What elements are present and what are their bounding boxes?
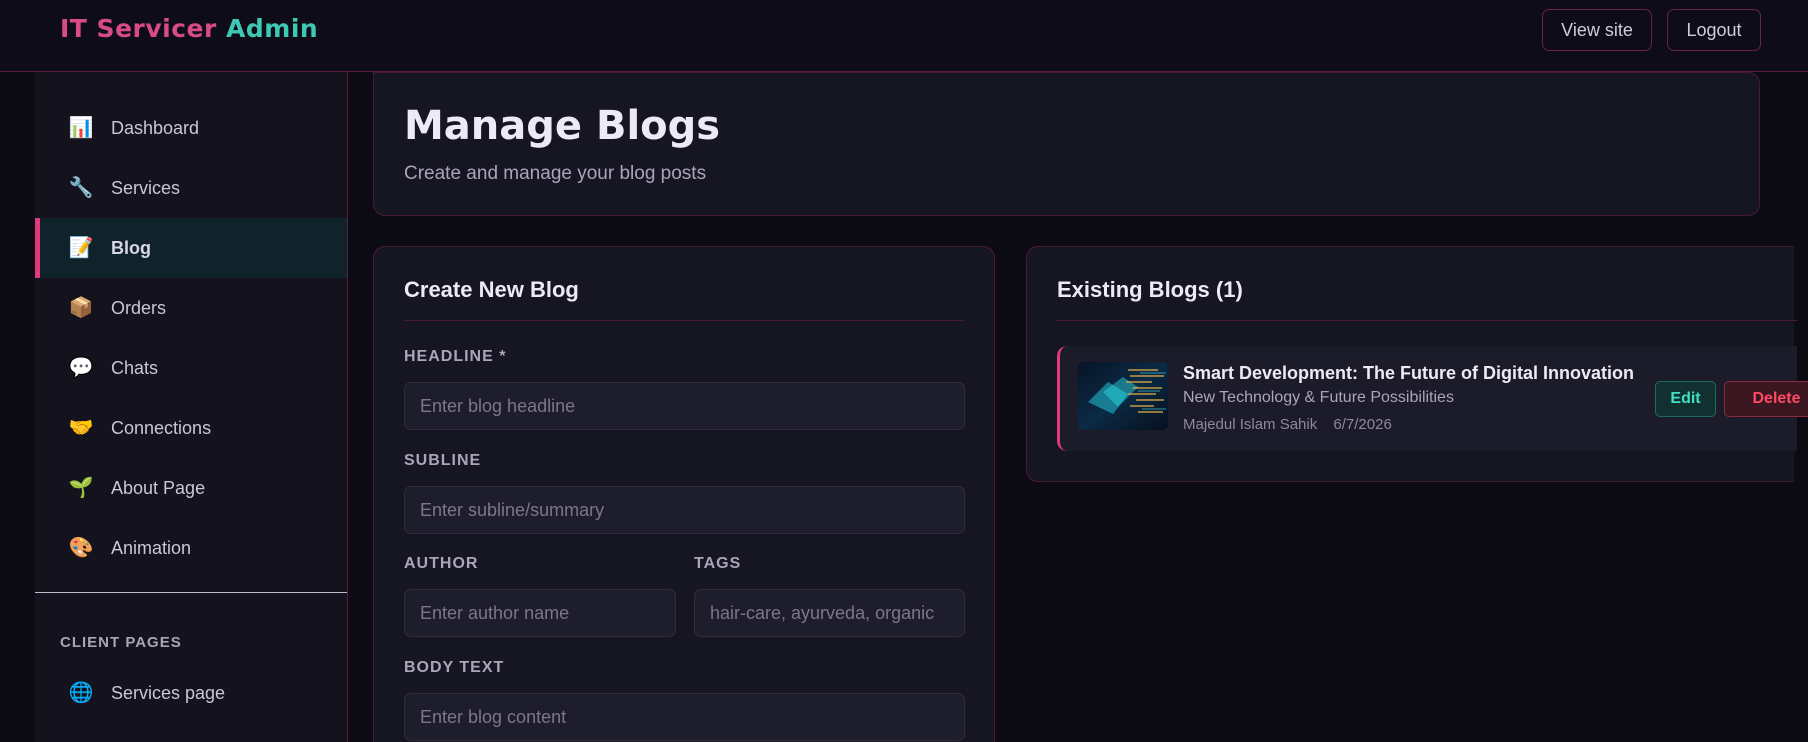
palette-icon: 🎨 <box>68 537 94 559</box>
card-divider <box>1057 320 1797 321</box>
sidebar-item-label: Blog <box>111 237 151 258</box>
tags-label: TAGS <box>694 555 742 572</box>
headline-label: HEADLINE * <box>404 348 507 365</box>
top-bar: IT Servicer Admin View site Logout <box>0 0 1808 72</box>
sidebar-divider <box>35 592 347 593</box>
package-icon: 📦 <box>68 297 94 319</box>
sidebar-item-label: Orders <box>111 297 167 318</box>
sidebar-item-connections[interactable]: 🤝 Connections <box>35 398 347 458</box>
delete-blog-button[interactable]: Delete <box>1724 381 1808 417</box>
blog-subtitle: New Technology & Future Possibilities <box>1183 389 1454 406</box>
body-text-label: BODY TEXT <box>404 659 505 676</box>
sidebar-section-title: CLIENT PAGES <box>60 634 182 651</box>
create-blog-title: Create New Blog <box>404 277 579 302</box>
bar-chart-icon: 📊 <box>68 117 94 139</box>
logout-button[interactable]: Logout <box>1667 9 1761 51</box>
blog-meta: Majedul Islam Sahik 6/7/2026 <box>1183 416 1404 433</box>
sidebar-item-label: Animation <box>111 537 192 558</box>
existing-blogs-card: Existing Blogs (1) Smart Development: Th… <box>1026 246 1808 482</box>
sidebar-item-animation[interactable]: 🎨 Animation <box>35 518 347 578</box>
sidebar-item-orders[interactable]: 📦 Orders <box>35 278 347 338</box>
existing-blogs-title: Existing Blogs (1) <box>1057 277 1243 302</box>
tags-input[interactable] <box>694 589 965 637</box>
handshake-icon: 🤝 <box>68 417 94 439</box>
edit-blog-button[interactable]: Edit <box>1655 381 1716 417</box>
sidebar-item-label: Services page <box>111 682 226 703</box>
sidebar-item-label: Connections <box>111 417 212 438</box>
wrench-icon: 🔧 <box>68 177 94 199</box>
sidebar-item-services-page[interactable]: 🌐 Services page <box>35 663 347 723</box>
speech-bubble-icon: 💬 <box>68 357 94 379</box>
sidebar-item-chats[interactable]: 💬 Chats <box>35 338 347 398</box>
author-input[interactable] <box>404 589 676 637</box>
sidebar: 📊 Dashboard 🔧 Services 📝 Blog 📦 Orders 💬… <box>35 72 348 742</box>
body-text-input[interactable] <box>404 693 965 741</box>
sidebar-item-label: About Page <box>111 477 206 498</box>
brand-admin: Admin <box>226 14 319 43</box>
page-title: Manage Blogs <box>404 103 721 149</box>
create-blog-card: Create New Blog HEADLINE * SUBLINE AUTHO… <box>373 246 995 742</box>
blog-title: Smart Development: The Future of Digital… <box>1183 363 1635 383</box>
sidebar-item-blog[interactable]: 📝 Blog <box>35 218 347 278</box>
blog-list-item[interactable]: Smart Development: The Future of Digital… <box>1057 346 1808 451</box>
brand-name: IT Servicer <box>60 14 217 43</box>
view-site-button[interactable]: View site <box>1542 9 1652 51</box>
sidebar-item-label: Chats <box>111 357 159 378</box>
author-label: AUTHOR <box>404 555 479 572</box>
sidebar-item-about-page[interactable]: 🌱 About Page <box>35 458 347 518</box>
sidebar-item-services[interactable]: 🔧 Services <box>35 158 347 218</box>
blog-thumbnail <box>1078 362 1168 430</box>
sidebar-item-dashboard[interactable]: 📊 Dashboard <box>35 98 347 158</box>
headline-input[interactable] <box>404 382 965 430</box>
page-subtitle: Create and manage your blog posts <box>404 163 707 184</box>
seedling-icon: 🌱 <box>68 477 94 499</box>
memo-icon: 📝 <box>68 237 94 259</box>
subline-label: SUBLINE <box>404 452 482 469</box>
sidebar-item-label: Dashboard <box>111 117 200 138</box>
card-divider <box>404 320 964 321</box>
blog-author: Majedul Islam Sahik <box>1183 416 1318 433</box>
sidebar-item-label: Services <box>111 177 181 198</box>
globe-icon: 🌐 <box>68 682 94 704</box>
brand-logo[interactable]: IT Servicer Admin <box>60 14 318 43</box>
page-header-card: Manage Blogs Create and manage your blog… <box>373 72 1760 216</box>
subline-input[interactable] <box>404 486 965 534</box>
blog-date: 6/7/2026 <box>1333 416 1392 433</box>
